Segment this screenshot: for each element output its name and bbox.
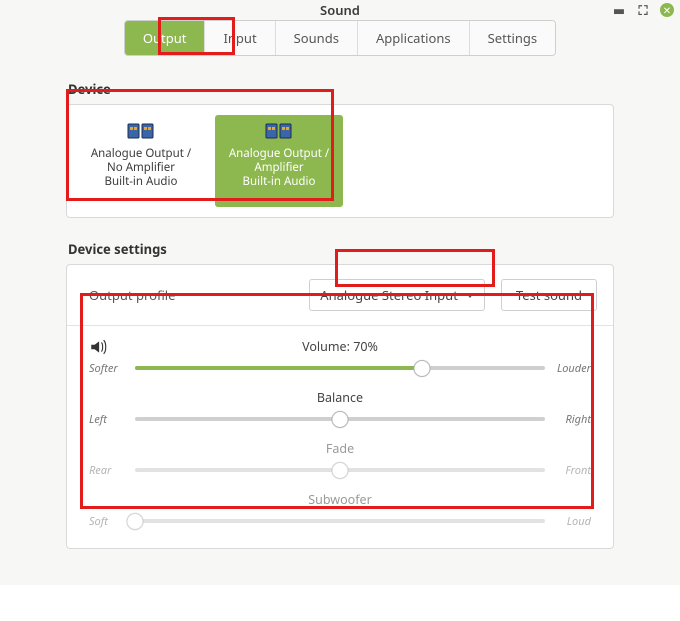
device-panel: Analogue Output / No Amplifier Built-in …	[66, 104, 614, 218]
slider-left-label: Left	[89, 412, 127, 427]
tab-output[interactable]: Output	[125, 21, 206, 55]
device-card-line: Analogue Output /	[229, 147, 329, 161]
tabstrip: Output Input Sounds Applications Setting…	[124, 20, 556, 56]
balance-slider-title: Balance	[89, 389, 591, 406]
device-settings-panel: Output profile Analogue Stereo Input Tes…	[66, 264, 614, 549]
chevron-down-icon	[466, 293, 474, 298]
device-settings-section-label: Device settings	[68, 240, 614, 258]
tab-input[interactable]: Input	[205, 21, 275, 55]
subwoofer-slider-title: Subwoofer	[89, 491, 591, 508]
audio-card-icon	[127, 121, 155, 141]
slider-left-label: Softer	[89, 361, 127, 376]
slider-right-label: Louder	[553, 361, 591, 376]
balance-slider[interactable]	[135, 410, 545, 428]
device-card-1[interactable]: Analogue Output / Amplifier Built-in Aud…	[215, 115, 343, 207]
device-card-line: Amplifier	[254, 161, 303, 175]
minimize-icon[interactable]: ▬	[612, 3, 626, 17]
fade-slider-title: Fade	[89, 440, 591, 457]
volume-icon	[89, 338, 107, 356]
slider-right-label: Loud	[553, 514, 591, 529]
tab-applications[interactable]: Applications	[358, 21, 470, 55]
slider-right-label: Right	[553, 412, 591, 427]
tab-settings[interactable]: Settings	[470, 21, 555, 55]
volume-slider[interactable]	[135, 359, 545, 377]
device-card-line: No Amplifier	[107, 161, 175, 175]
close-icon[interactable]: ✕	[660, 3, 674, 17]
output-profile-selected: Analogue Stereo Input	[320, 286, 458, 304]
fade-slider	[135, 461, 545, 479]
device-card-line: Built-in Audio	[243, 175, 316, 189]
device-card-0[interactable]: Analogue Output / No Amplifier Built-in …	[77, 115, 205, 207]
device-card-line: Built-in Audio	[105, 175, 178, 189]
slider-left-label: Rear	[89, 463, 127, 478]
output-profile-label: Output profile	[89, 286, 175, 304]
maximize-icon[interactable]: ⛶	[636, 3, 650, 17]
slider-right-label: Front	[553, 463, 591, 478]
volume-slider-title: Volume: 70%	[89, 338, 591, 355]
subwoofer-slider	[135, 512, 545, 530]
test-sound-button[interactable]: Test sound	[501, 279, 597, 311]
output-profile-dropdown[interactable]: Analogue Stereo Input	[309, 279, 485, 311]
audio-card-icon	[265, 121, 293, 141]
device-section-label: Device	[68, 80, 614, 98]
window-title: Sound	[320, 1, 360, 19]
device-card-line: Analogue Output /	[91, 147, 191, 161]
tab-sounds[interactable]: Sounds	[276, 21, 358, 55]
slider-left-label: Soft	[89, 514, 127, 529]
